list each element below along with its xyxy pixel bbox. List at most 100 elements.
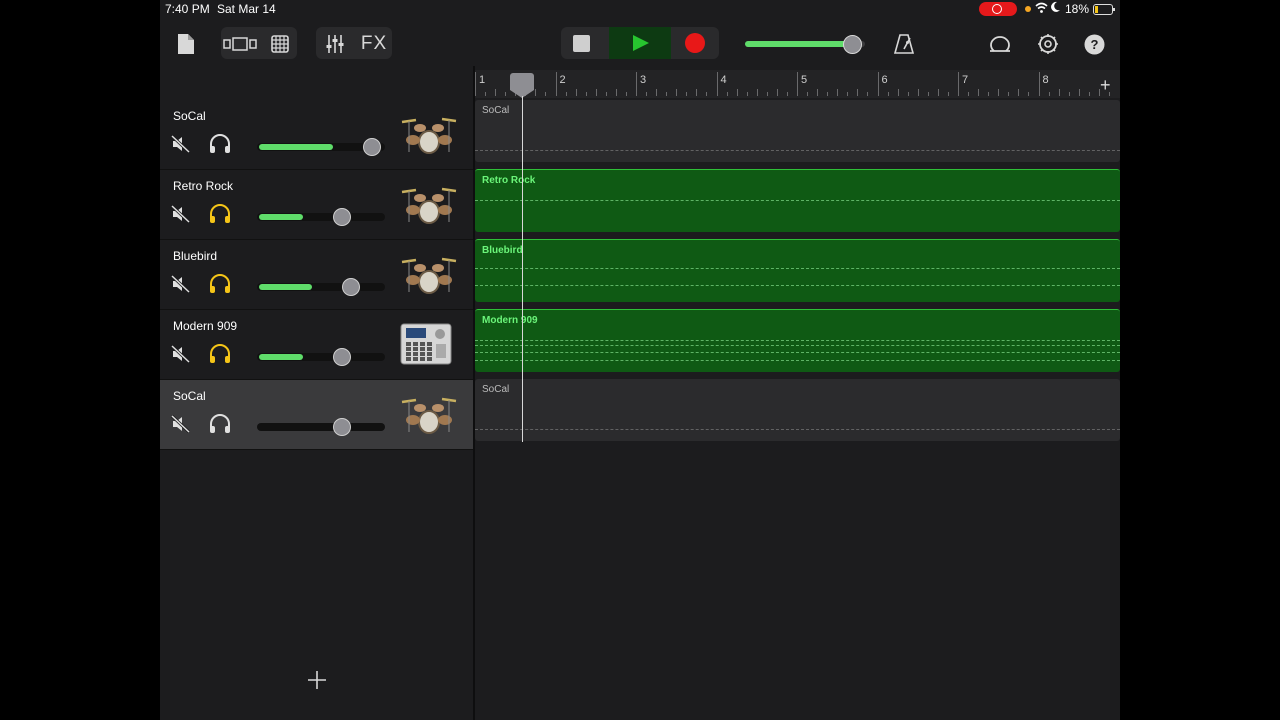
ruler-tick (535, 89, 537, 96)
ruler-tick (656, 89, 658, 96)
ruler-tick (998, 89, 1000, 96)
track-header[interactable]: Bluebird (160, 240, 474, 310)
garageband-screen: 7:40 PM Sat Mar 14 18% FX ? SoCal Retro … (160, 0, 1120, 720)
track-name: SoCal (173, 109, 206, 123)
track-name: Retro Rock (173, 179, 234, 193)
track-volume-slider[interactable] (257, 138, 385, 156)
track-volume-knob[interactable] (363, 138, 382, 156)
track-volume-slider[interactable] (257, 208, 385, 226)
record-button[interactable] (685, 33, 705, 53)
track-volume-fill (259, 144, 334, 150)
ruler-tick (877, 72, 879, 96)
drum-kit-icon[interactable] (400, 252, 458, 296)
play-button[interactable] (609, 27, 671, 59)
ruler-tick (978, 89, 980, 96)
ruler-tick (857, 89, 859, 96)
toolbar: FX ? (160, 22, 1120, 66)
moon-icon (1050, 1, 1061, 16)
track-volume-knob[interactable] (333, 418, 352, 436)
track-region[interactable]: Bluebird (475, 239, 1120, 302)
bar-number: 6 (881, 74, 888, 86)
mute-icon[interactable] (170, 274, 192, 294)
track-region[interactable]: Modern 909 (475, 309, 1120, 372)
track-region[interactable]: Retro Rock (475, 169, 1120, 232)
track-name: SoCal (173, 389, 206, 403)
status-date: Sat Mar 14 (217, 2, 276, 16)
help-icon[interactable]: ? (1082, 31, 1106, 57)
drum-machine-icon[interactable] (400, 322, 458, 366)
ruler-tick (1088, 92, 1090, 96)
ruler-tick (746, 92, 748, 96)
headphones-icon[interactable] (208, 134, 232, 154)
metronome-icon[interactable] (891, 30, 917, 58)
mixer-icon[interactable] (323, 32, 347, 56)
ruler-tick (937, 89, 939, 96)
headphones-icon[interactable] (208, 344, 232, 364)
bar-number: 3 (640, 74, 647, 86)
midi-pattern (475, 360, 1120, 361)
browser-view-icon[interactable] (222, 32, 258, 56)
track-header[interactable]: SoCal (160, 380, 474, 450)
mute-icon[interactable] (170, 414, 192, 434)
master-volume-knob[interactable] (842, 35, 862, 54)
drum-kit-icon[interactable] (400, 392, 458, 436)
ruler-tick (505, 92, 507, 96)
bar-number: 1 (479, 74, 486, 86)
midi-pattern (475, 429, 1120, 430)
grid-icon[interactable] (269, 32, 291, 56)
document-icon[interactable] (174, 30, 198, 58)
track-volume-slider[interactable] (257, 418, 385, 436)
track-header[interactable]: SoCal (160, 100, 474, 170)
stop-button[interactable] (573, 35, 590, 52)
loop-icon[interactable] (987, 30, 1013, 58)
mute-icon[interactable] (170, 204, 192, 224)
headphones-icon[interactable] (208, 414, 232, 434)
drum-kit-icon[interactable] (400, 112, 458, 156)
drum-kit-icon[interactable] (400, 182, 458, 226)
mute-icon[interactable] (170, 344, 192, 364)
settings-icon[interactable] (1035, 30, 1061, 58)
ruler-tick (887, 92, 889, 96)
track-header[interactable]: Retro Rock (160, 170, 474, 240)
track-volume-slider[interactable] (257, 348, 385, 366)
battery-icon (1093, 4, 1115, 15)
ruler-tick (646, 92, 648, 96)
ruler-tick (786, 92, 788, 96)
ruler-tick (495, 89, 497, 96)
track-volume-fill (259, 354, 304, 360)
ruler-tick (716, 72, 718, 96)
add-section-button[interactable]: + (1100, 75, 1111, 96)
timeline-ruler[interactable]: 1 2 3 4 5 6 7 8 (475, 70, 1120, 98)
track-volume-fill (259, 214, 304, 220)
region-label: SoCal (482, 384, 510, 395)
track-region[interactable]: SoCal (475, 100, 1120, 162)
battery-percent: 18% (1065, 2, 1090, 16)
track-volume-knob[interactable] (342, 278, 360, 296)
master-volume-slider[interactable] (745, 35, 865, 54)
ruler-tick (475, 72, 476, 96)
ruler-tick (636, 72, 637, 96)
ruler-tick (666, 92, 668, 96)
ruler-tick (605, 92, 607, 96)
fx-button[interactable]: FX (359, 31, 389, 57)
track-header[interactable]: Modern 909 (160, 310, 474, 380)
status-time: 7:40 PM (165, 2, 210, 16)
ruler-tick (837, 89, 839, 96)
mute-icon[interactable] (170, 134, 192, 154)
ruler-tick (545, 92, 547, 96)
wifi-icon (1035, 1, 1048, 17)
ruler-tick (756, 89, 758, 96)
track-volume-slider[interactable] (257, 278, 385, 296)
mic-indicator-icon (1025, 6, 1031, 12)
track-region[interactable]: SoCal (475, 379, 1120, 441)
headphones-icon[interactable] (208, 204, 232, 224)
midi-pattern (475, 345, 1120, 346)
ruler-tick (1058, 89, 1060, 96)
track-header-list: SoCal Retro Rock Bluebird Modern 909 SoCal (160, 100, 474, 450)
track-volume-knob[interactable] (333, 348, 352, 366)
track-volume-knob[interactable] (333, 208, 352, 226)
playhead-handle[interactable] (510, 73, 534, 98)
add-track-button[interactable] (306, 669, 328, 691)
headphones-icon[interactable] (208, 274, 232, 294)
ruler-tick (958, 72, 959, 96)
